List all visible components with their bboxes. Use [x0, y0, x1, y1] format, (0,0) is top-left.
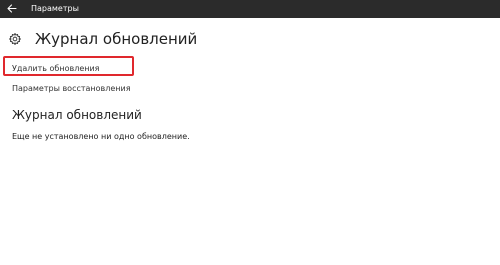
title-bar: Параметры: [0, 0, 500, 18]
empty-history-message: Еще не установлено ни одно обновление.: [12, 132, 190, 141]
page-title: Журнал обновлений: [35, 30, 198, 48]
back-arrow-icon: [7, 4, 17, 13]
window-title: Параметры: [31, 4, 79, 13]
recovery-options-link[interactable]: Параметры восстановления: [12, 83, 131, 94]
gear-icon: [8, 32, 22, 46]
back-button[interactable]: [6, 0, 20, 18]
uninstall-updates-link[interactable]: Удалить обновления: [12, 63, 99, 74]
section-title: Журнал обновлений: [12, 108, 142, 122]
